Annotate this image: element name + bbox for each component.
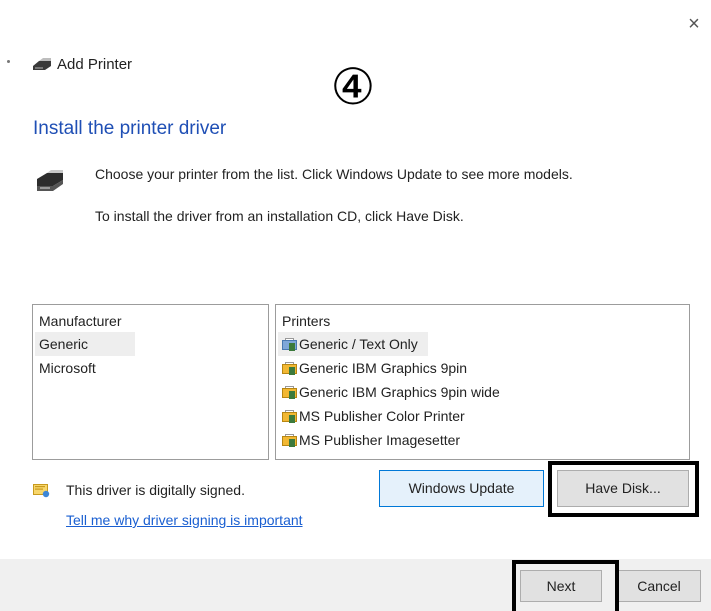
have-disk-highlight-box [548, 461, 699, 517]
list-item-label: Generic [39, 336, 89, 352]
list-item-label: Generic IBM Graphics 9pin wide [299, 384, 500, 400]
step-number-annotation: ④ [330, 58, 376, 116]
list-item-label: Generic / Text Only [299, 336, 418, 352]
driver-signing-info-link[interactable]: Tell me why driver signing is important [66, 512, 303, 528]
signed-driver-icon [33, 483, 50, 498]
printer-driver-icon [282, 362, 298, 375]
printer-item-generic-ibm-9pin[interactable]: Generic IBM Graphics 9pin [278, 356, 467, 380]
printer-driver-icon [282, 434, 298, 447]
window-title: Add Printer [57, 56, 133, 73]
printer-title-icon [31, 57, 53, 76]
printer-item-generic-text-only[interactable]: Generic / Text Only [278, 332, 428, 356]
manufacturer-item-generic[interactable]: Generic [35, 332, 135, 356]
list-item-label: MS Publisher Imagesetter [299, 432, 461, 448]
printers-list[interactable]: Printers Generic / Text Only Generic IBM… [275, 304, 690, 460]
list-item-label: Generic IBM Graphics 9pin [299, 360, 468, 376]
have-disk-instruction-text: To install the driver from an installati… [95, 208, 464, 224]
next-highlight-box [512, 560, 619, 611]
manufacturer-item-microsoft[interactable]: Microsoft [35, 356, 135, 380]
list-item-label: Microsoft [39, 360, 96, 376]
manufacturer-list[interactable]: Manufacturer Generic Microsoft [32, 304, 269, 460]
cancel-button[interactable]: Cancel [617, 570, 701, 602]
printer-item-generic-ibm-9pin-wide[interactable]: Generic IBM Graphics 9pin wide [278, 380, 500, 404]
close-button[interactable]: × [684, 14, 704, 34]
manufacturer-list-header: Manufacturer [39, 313, 122, 329]
printer-driver-icon [282, 386, 298, 399]
windows-update-button[interactable]: Windows Update [379, 470, 544, 507]
driver-signed-status: This driver is digitally signed. [66, 482, 245, 498]
page-title: Install the printer driver [33, 118, 227, 139]
back-arrow-icon[interactable] [7, 60, 10, 63]
printer-item-ms-publisher-color[interactable]: MS Publisher Color Printer [278, 404, 465, 428]
instruction-text: Choose your printer from the list. Click… [95, 166, 573, 182]
printer-icon [33, 170, 67, 199]
list-item-label: MS Publisher Color Printer [299, 408, 465, 424]
printer-item-ms-publisher-imagesetter[interactable]: MS Publisher Imagesetter [278, 428, 460, 452]
printer-driver-icon [282, 410, 298, 423]
printer-driver-icon [282, 338, 298, 351]
printers-list-header: Printers [282, 313, 331, 329]
